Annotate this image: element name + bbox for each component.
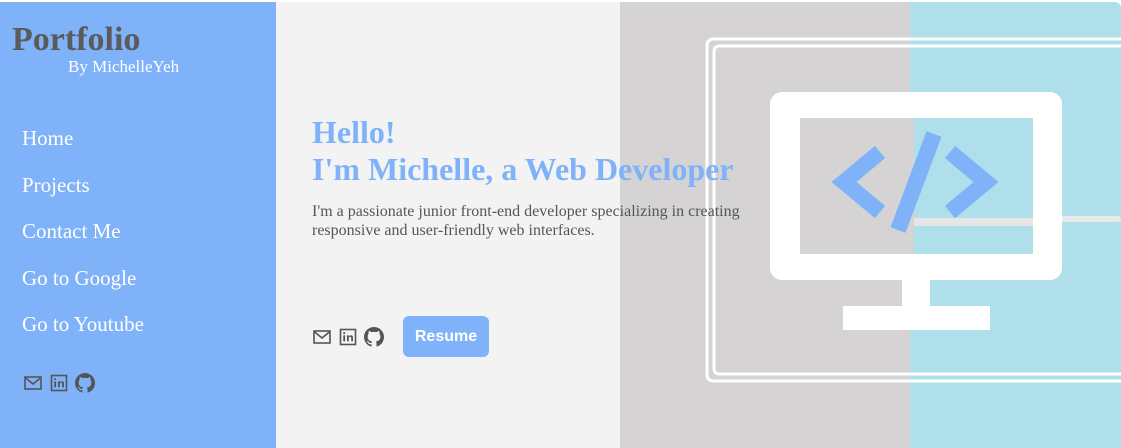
hero-intro: I'm a passionate junior front-end develo…: [312, 203, 740, 239]
linkedin-icon[interactable]: [338, 327, 358, 347]
linkedin-icon[interactable]: [49, 373, 69, 393]
mail-icon[interactable]: [312, 327, 332, 347]
hero-headline: I'm Michelle, a Web Developer: [312, 151, 734, 187]
nav-go-to-google[interactable]: Go to Google: [22, 265, 144, 291]
portfolio-page: Portfolio By MichelleYeh Home Projects C…: [0, 0, 1121, 448]
nav-home[interactable]: Home: [22, 125, 144, 151]
sidebar-social-links: [23, 373, 95, 393]
nav-go-to-youtube[interactable]: Go to Youtube: [22, 311, 144, 337]
github-icon[interactable]: [364, 327, 384, 347]
hero-greeting: Hello!: [312, 114, 396, 150]
hero-heading: Hello! I'm Michelle, a Web Developer: [312, 114, 734, 188]
nav-projects[interactable]: Projects: [22, 172, 144, 198]
sidebar-nav: Home Projects Contact Me Go to Google Go…: [22, 125, 144, 358]
hero-section: Hello! I'm Michelle, a Web Developer I'm…: [276, 2, 1121, 448]
brand-title[interactable]: Portfolio: [12, 21, 252, 59]
github-icon[interactable]: [75, 373, 95, 393]
resume-button[interactable]: Resume: [403, 316, 489, 357]
mail-icon[interactable]: [23, 373, 43, 393]
nav-contact-me[interactable]: Contact Me: [22, 218, 144, 244]
hero-social-links: [312, 327, 384, 347]
brand-subtitle: By MichelleYeh: [68, 57, 180, 76]
brand: Portfolio By MichelleYeh: [12, 21, 252, 77]
sidebar: Portfolio By MichelleYeh Home Projects C…: [0, 2, 276, 448]
